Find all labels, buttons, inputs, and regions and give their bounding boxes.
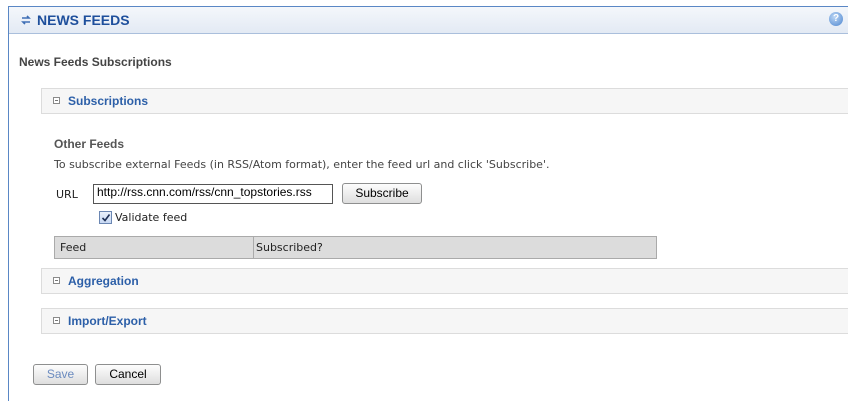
expand-collapse-icon[interactable]: [53, 97, 60, 104]
validate-feed-label: Validate feed: [115, 211, 188, 224]
panel-aggregation-header[interactable]: Aggregation: [41, 268, 848, 294]
checkmark-icon: [101, 214, 111, 222]
panel-import-export-header[interactable]: Import/Export: [41, 308, 848, 334]
instructions-text: To subscribe external Feeds (in RSS/Atom…: [54, 158, 550, 171]
panel-label-import-export[interactable]: Import/Export: [68, 314, 147, 328]
feeds-table-header: Feed Subscribed?: [54, 236, 657, 259]
feed-url-value: http://rss.cnn.com/rss/cnn_topstories.rs…: [97, 185, 312, 199]
url-label: URL: [56, 188, 78, 201]
column-header-subscribed: Subscribed?: [256, 241, 323, 254]
feed-url-input[interactable]: http://rss.cnn.com/rss/cnn_topstories.rs…: [93, 184, 333, 204]
refresh-arrows-icon: [21, 15, 31, 25]
expand-collapse-icon[interactable]: [53, 317, 60, 324]
panel-label-subscriptions[interactable]: Subscriptions: [68, 94, 148, 108]
app-title: NEWS FEEDS: [37, 12, 130, 28]
subscribe-button[interactable]: Subscribe: [342, 183, 422, 204]
title-bar: NEWS FEEDS ?: [9, 7, 848, 34]
news-feeds-window: NEWS FEEDS ? News Feeds Subscriptions Su…: [8, 6, 848, 401]
panel-label-aggregation[interactable]: Aggregation: [68, 274, 139, 288]
panel-subscriptions-header[interactable]: Subscriptions: [41, 88, 848, 114]
other-feeds-title: Other Feeds: [54, 137, 125, 151]
expand-collapse-icon[interactable]: [53, 277, 60, 284]
save-button[interactable]: Save: [33, 364, 88, 385]
cancel-button[interactable]: Cancel: [95, 364, 161, 385]
column-header-feed: Feed: [55, 237, 254, 258]
validate-feed-checkbox[interactable]: [99, 211, 112, 224]
help-icon[interactable]: ?: [829, 12, 843, 26]
page-title: News Feeds Subscriptions: [19, 55, 172, 69]
